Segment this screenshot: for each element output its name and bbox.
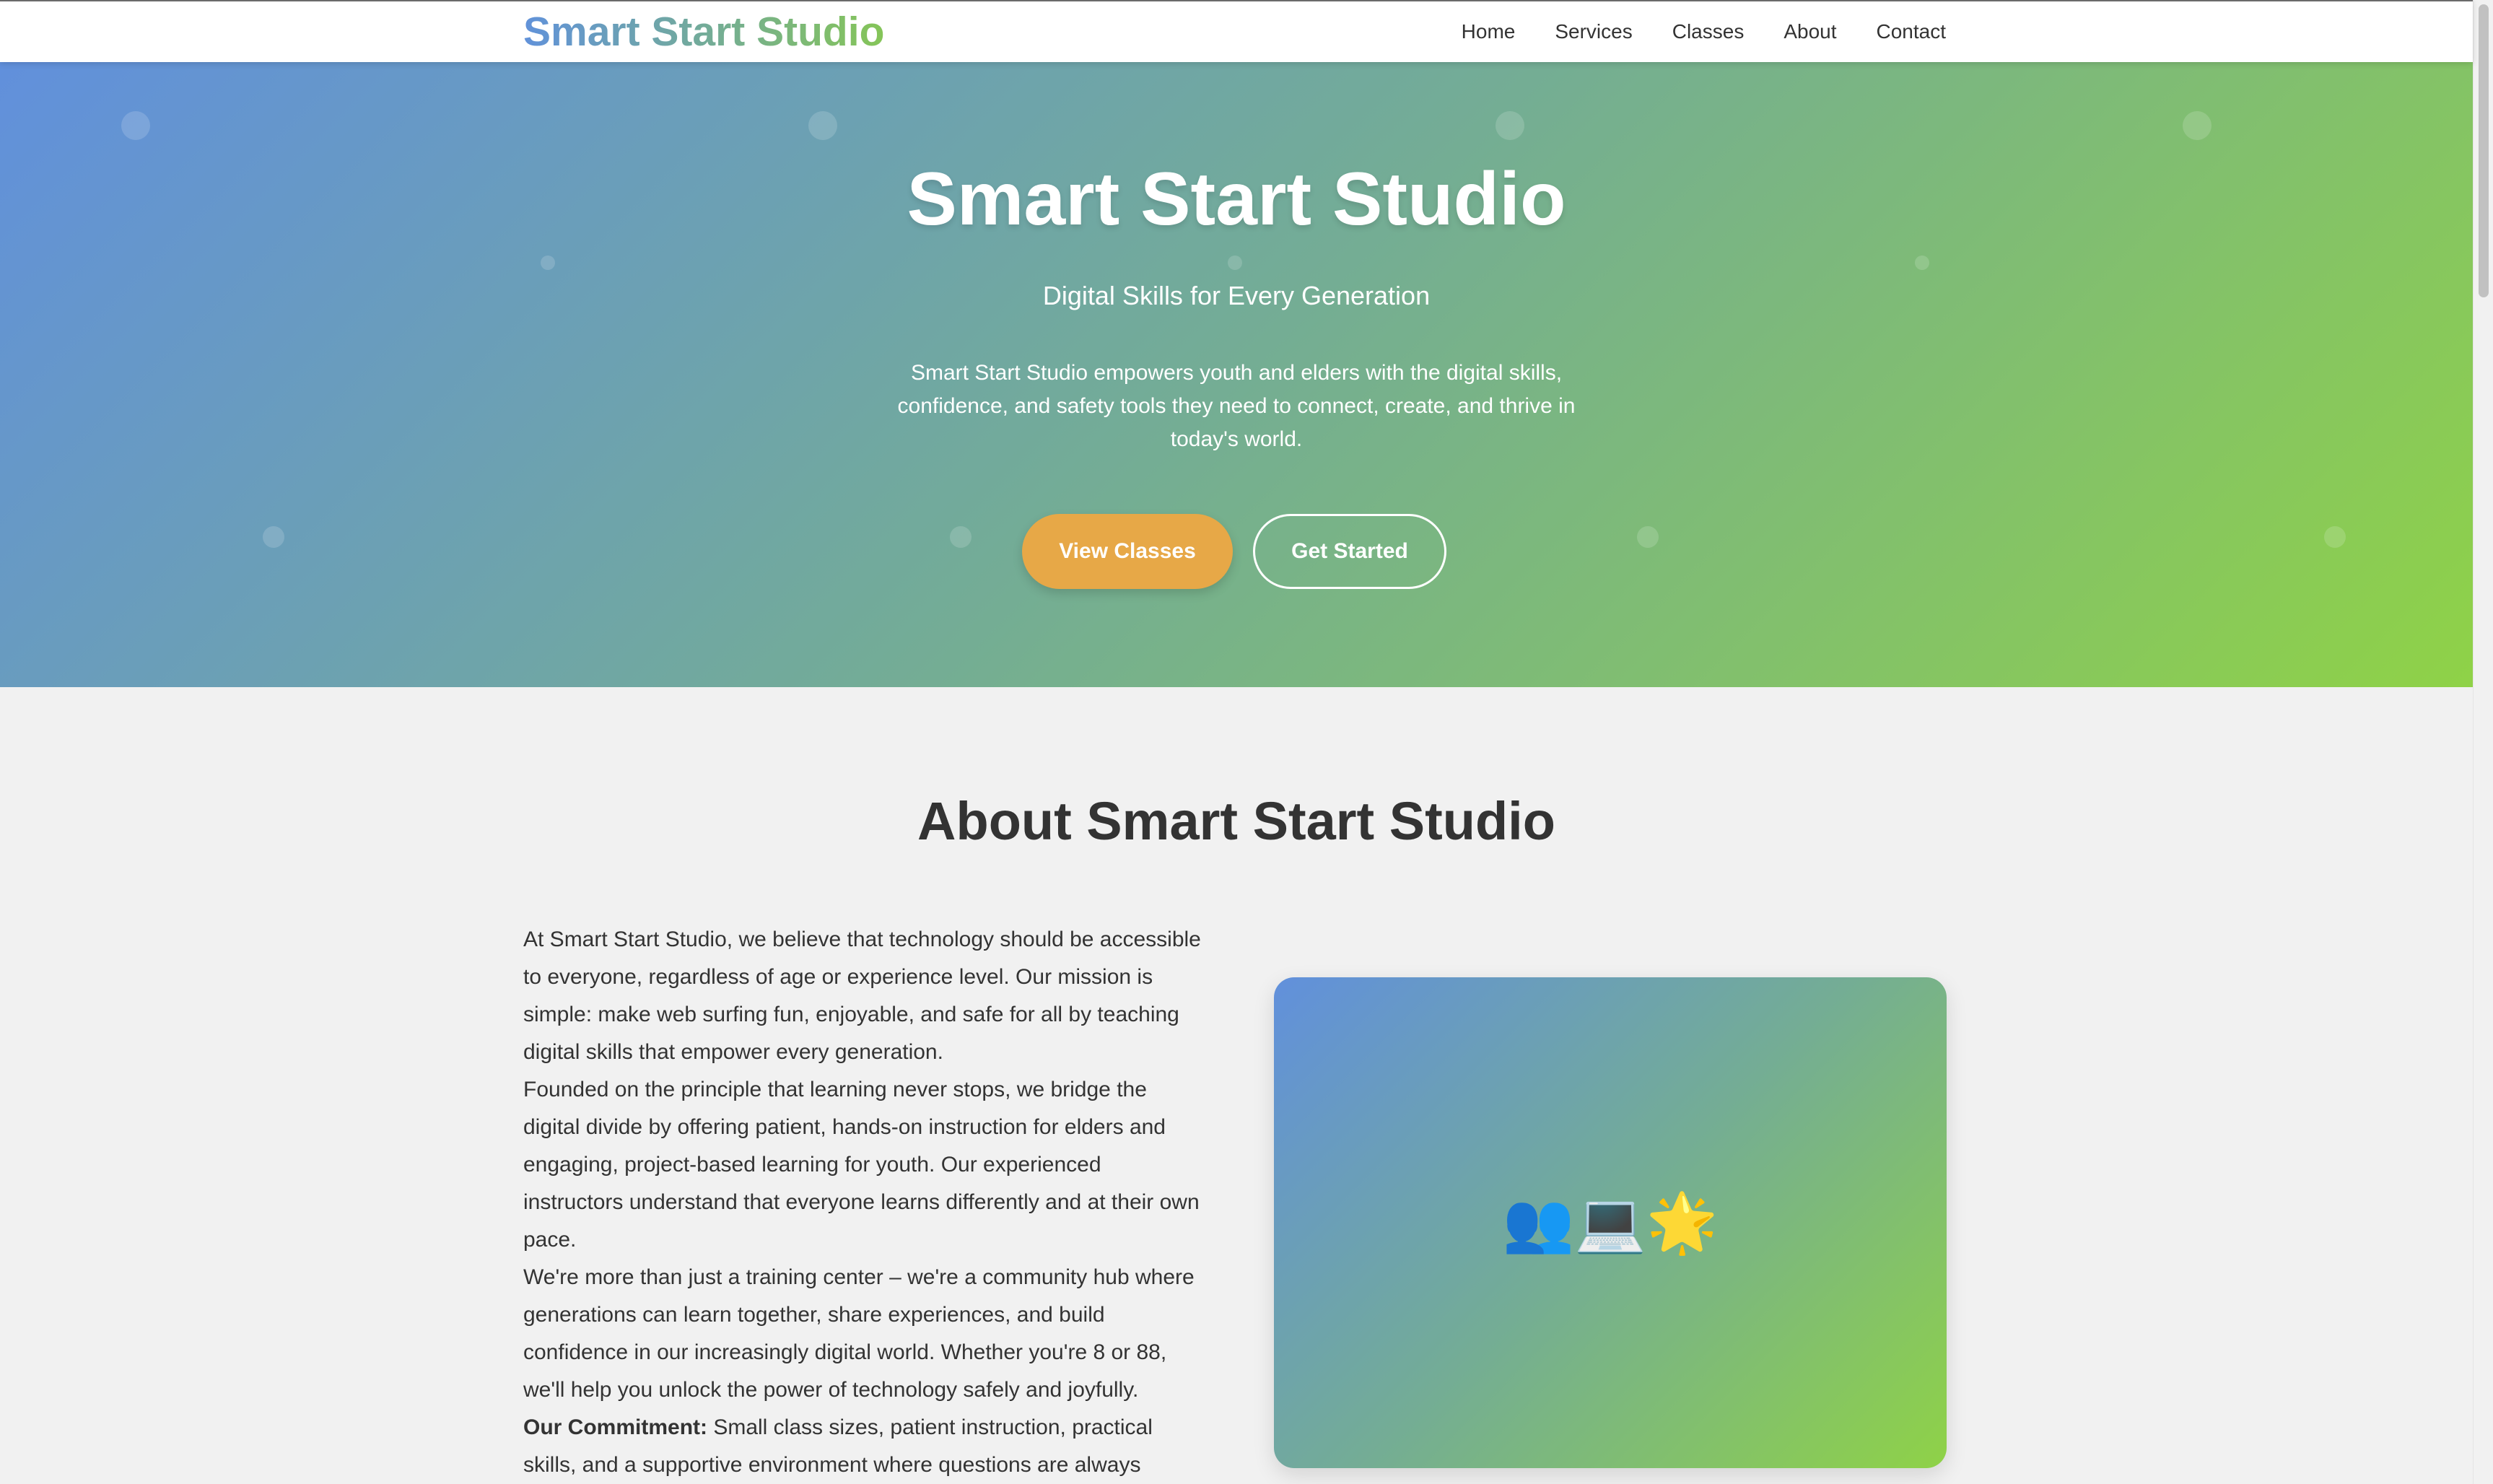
about-text: At Smart Start Studio, we believe that t… xyxy=(523,921,1202,1484)
hero-description: Smart Start Studio empowers youth and el… xyxy=(897,361,1576,451)
page: Smart Start Studio Home Services Classes… xyxy=(0,0,2493,1484)
hero-title: Smart Start Studio xyxy=(907,157,1566,241)
decorative-dot xyxy=(1496,111,1524,140)
about-image: 👥💻🌟 xyxy=(1274,977,1947,1468)
decorative-dot xyxy=(2324,526,2346,548)
decorative-dot xyxy=(121,111,150,140)
decorative-dot xyxy=(2183,111,2212,140)
people-laptop-star-icon: 👥💻🌟 xyxy=(1502,1190,1719,1254)
decorative-dot xyxy=(1228,256,1242,270)
about-paragraph: Founded on the principle that learning n… xyxy=(523,1078,1200,1252)
hero-subtitle: Digital Skills for Every Generation xyxy=(1042,281,1431,310)
scrollbar-thumb[interactable] xyxy=(2479,4,2489,297)
site-logo[interactable]: Smart Start Studio xyxy=(523,9,884,55)
commitment-label: Our Commitment: xyxy=(523,1415,707,1439)
about-commitment: Our Commitment: Small class sizes, patie… xyxy=(523,1409,1202,1484)
about-title: About Smart Start Studio xyxy=(917,791,1555,851)
get-started-button[interactable]: Get Started xyxy=(1253,514,1446,589)
nav-about-link[interactable]: About xyxy=(1783,20,1836,43)
decorative-dot xyxy=(263,526,284,548)
nav-home-link[interactable]: Home xyxy=(1462,20,1516,43)
decorative-dot xyxy=(808,111,837,140)
decorative-dot xyxy=(541,256,555,270)
decorative-dot xyxy=(1637,526,1659,548)
about-paragraph: We're more than just a training center –… xyxy=(523,1265,1195,1402)
view-classes-button[interactable]: View Classes xyxy=(1022,514,1233,589)
nav-services-link[interactable]: Services xyxy=(1555,20,1632,43)
page-scrollbar[interactable] xyxy=(2473,0,2493,1484)
hero-section: Smart Start Studio Digital Skills for Ev… xyxy=(0,62,2473,687)
main-nav: Home Services Classes About Contact xyxy=(1462,20,1946,43)
nav-contact-link[interactable]: Contact xyxy=(1877,20,1947,43)
decorative-dot xyxy=(1915,256,1929,270)
about-paragraph: At Smart Start Studio, we believe that t… xyxy=(523,928,1201,1064)
nav-classes-link[interactable]: Classes xyxy=(1672,20,1745,43)
site-header: Smart Start Studio Home Services Classes… xyxy=(0,0,2473,62)
decorative-dot xyxy=(950,526,972,548)
